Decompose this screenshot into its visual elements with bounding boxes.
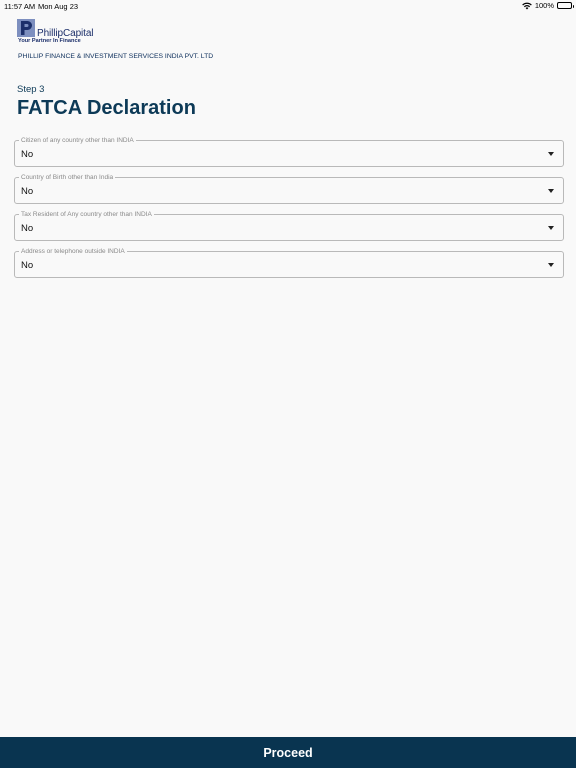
field-label: Citizen of any country other than INDIA <box>19 136 136 145</box>
dropdown-arrow-icon[interactable] <box>548 263 554 267</box>
dropdown-arrow-icon[interactable] <box>548 152 554 156</box>
field-value: No <box>21 149 34 160</box>
proceed-button[interactable]: Proceed <box>0 737 576 768</box>
field-label: Address or telephone outside INDIA <box>19 247 127 256</box>
page-title: FATCA Declaration <box>17 97 196 119</box>
status-bar: 11:57 AM Mon Aug 23 100% <box>0 0 576 13</box>
battery-icon <box>557 2 574 9</box>
logo-mark-icon <box>17 19 35 37</box>
company-name: PHILLIP FINANCE & INVESTMENT SERVICES IN… <box>18 53 214 60</box>
dropdown-arrow-icon[interactable] <box>548 226 554 230</box>
citizenship-select[interactable]: Citizen of any country other than INDIA … <box>14 136 564 167</box>
status-time: 11:57 AM <box>4 2 36 11</box>
dropdown-arrow-icon[interactable] <box>548 189 554 193</box>
step-label: Step 3 <box>17 84 45 95</box>
tax-resident-select[interactable]: Tax Resident of Any country other than I… <box>14 210 564 241</box>
battery-percent: 100% <box>534 1 554 10</box>
logo-tagline: Your Partner In Finance <box>18 38 81 44</box>
field-value: No <box>21 186 34 197</box>
status-indicators: 100% <box>522 1 574 10</box>
fatca-screen: 11:57 AM Mon Aug 23 100% PhillipCapital … <box>0 0 576 768</box>
address-outside-india-select[interactable]: Address or telephone outside INDIA No <box>14 247 564 278</box>
field-value: No <box>21 223 34 234</box>
field-value: No <box>21 260 34 271</box>
status-date: Mon Aug 23 <box>38 2 79 11</box>
wifi-icon <box>522 2 532 10</box>
field-label: Tax Resident of Any country other than I… <box>19 210 154 219</box>
country-of-birth-select[interactable]: Country of Birth other than India No <box>14 173 564 204</box>
field-label: Country of Birth other than India <box>19 173 116 182</box>
